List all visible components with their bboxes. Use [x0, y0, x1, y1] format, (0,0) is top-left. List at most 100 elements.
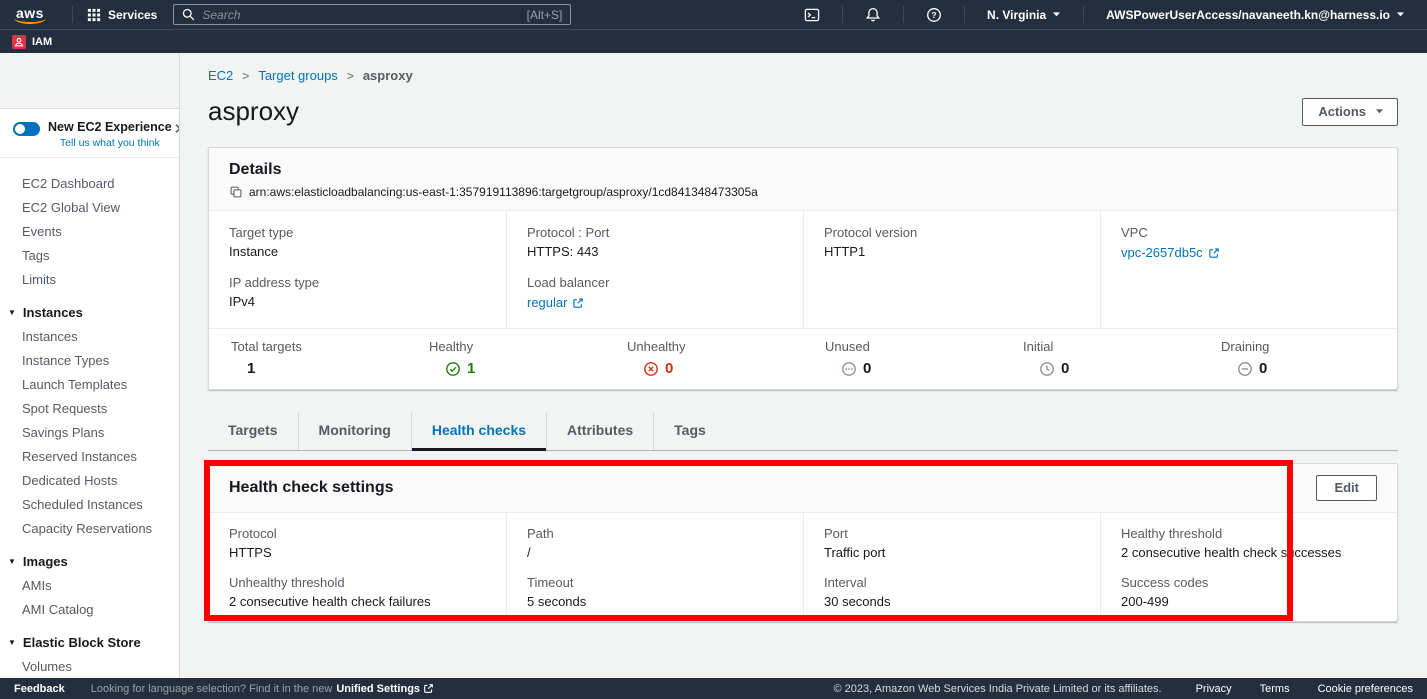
actions-button[interactable]: Actions: [1302, 98, 1398, 126]
caret-down-icon: ▼: [8, 308, 16, 317]
load-balancer-link[interactable]: regular: [527, 295, 584, 310]
edit-button[interactable]: Edit: [1316, 475, 1377, 501]
tab-attributes[interactable]: Attributes: [546, 412, 653, 450]
sidebar-item-ec2-global-view[interactable]: EC2 Global View: [0, 195, 179, 219]
services-menu[interactable]: Services: [83, 8, 161, 22]
sidebar-panel: New EC2 Experience Tell us what you thin…: [0, 108, 179, 678]
caret-down-icon: ▼: [8, 638, 16, 647]
sidebar-item-reserved-instances[interactable]: Reserved Instances: [0, 444, 179, 468]
vpc-link[interactable]: vpc-2657db5c: [1121, 245, 1220, 260]
sidebar: New EC2 Experience Tell us what you thin…: [0, 53, 180, 678]
favorite-iam-shortcut[interactable]: IAM: [12, 35, 52, 49]
summary-label: Draining: [1221, 339, 1397, 354]
link-label: vpc-2657db5c: [1121, 245, 1203, 260]
tab-targets[interactable]: Targets: [208, 412, 298, 450]
sidebar-item-launch-templates[interactable]: Launch Templates: [0, 372, 179, 396]
field-value: HTTP1: [824, 244, 1080, 259]
field-value: Instance: [229, 244, 486, 259]
new-experience-box: New EC2 Experience Tell us what you thin…: [0, 109, 179, 158]
breadcrumb-target-groups[interactable]: Target groups: [258, 68, 338, 83]
tab-bar: Targets Monitoring Health checks Attribu…: [208, 412, 1398, 451]
sidebar-item-capacity-reservations[interactable]: Capacity Reservations: [0, 516, 179, 540]
chevron-down-icon: [1052, 11, 1061, 18]
sidebar-item-limits[interactable]: Limits: [0, 267, 179, 291]
search-input[interactable]: [202, 8, 519, 22]
sidebar-section-images[interactable]: ▼ Images: [0, 549, 179, 573]
field-value: HTTPS: [229, 545, 486, 560]
sidebar-item-instance-types[interactable]: Instance Types: [0, 348, 179, 372]
field-value: /: [527, 545, 783, 560]
summary-healthy: Healthy 1: [407, 339, 605, 377]
field-label: Port: [824, 526, 1080, 541]
summary-label: Total targets: [231, 339, 407, 354]
cookie-preferences-link[interactable]: Cookie preferences: [1318, 683, 1413, 695]
field-label: IP address type: [229, 275, 486, 290]
field-value: 30 seconds: [824, 594, 1080, 609]
sidebar-item-ami-catalog[interactable]: AMI Catalog: [0, 597, 179, 621]
account-menu[interactable]: AWSPowerUserAccess/navaneeth.kn@harness.…: [1094, 8, 1417, 22]
sidebar-item-scheduled-instances[interactable]: Scheduled Instances: [0, 492, 179, 516]
field-label: Timeout: [527, 575, 783, 590]
svg-text:?: ?: [931, 10, 936, 20]
top-nav-bar: aws Services [Alt+S] ? N. Virginia: [0, 0, 1427, 29]
target-group-arn: arn:aws:elasticloadbalancing:us-east-1:3…: [249, 185, 758, 199]
summary-label: Unused: [825, 339, 1001, 354]
feedback-button[interactable]: Feedback: [14, 683, 65, 695]
tab-monitoring[interactable]: Monitoring: [298, 412, 411, 450]
unified-settings-link[interactable]: Unified Settings: [336, 683, 434, 695]
details-title: Details: [229, 161, 1377, 179]
breadcrumb-ec2[interactable]: EC2: [208, 68, 233, 83]
global-search[interactable]: [Alt+S]: [173, 4, 571, 25]
divider: [1083, 6, 1084, 23]
main-content: EC2 > Target groups > asproxy asproxy Ac…: [181, 53, 1427, 678]
tab-health-checks[interactable]: Health checks: [411, 412, 546, 450]
field-label: Target type: [229, 225, 486, 240]
region-selector[interactable]: N. Virginia: [975, 8, 1073, 22]
tab-tags[interactable]: Tags: [653, 412, 726, 450]
copy-icon[interactable]: [229, 185, 243, 199]
field-value: IPv4: [229, 294, 486, 309]
field-timeout: Timeout 5 seconds: [527, 575, 783, 609]
new-experience-toggle[interactable]: [13, 122, 40, 136]
sidebar-item-volumes[interactable]: Volumes: [0, 654, 179, 678]
sidebar-item-amis[interactable]: AMIs: [0, 573, 179, 597]
sidebar-item-ec2-dashboard[interactable]: EC2 Dashboard: [0, 171, 179, 195]
field-value: 200-499: [1121, 594, 1377, 609]
check-circle-icon: [445, 361, 461, 377]
field-label: Load balancer: [527, 275, 783, 290]
sidebar-item-spot-requests[interactable]: Spot Requests: [0, 396, 179, 420]
clock-icon: [1039, 361, 1055, 377]
copyright-text: © 2023, Amazon Web Services India Privat…: [834, 683, 1162, 695]
caret-down-icon: ▼: [8, 557, 16, 566]
field-label: Interval: [824, 575, 1080, 590]
sidebar-item-savings-plans[interactable]: Savings Plans: [0, 420, 179, 444]
sidebar-item-tags[interactable]: Tags: [0, 243, 179, 267]
notifications-bell-icon[interactable]: [853, 7, 893, 23]
close-icon[interactable]: ✕: [172, 120, 179, 139]
field-port: Port Traffic port: [824, 526, 1080, 560]
tell-us-link[interactable]: Tell us what you think: [48, 137, 172, 149]
field-label: Unhealthy threshold: [229, 575, 486, 590]
cloudshell-icon[interactable]: [792, 7, 832, 23]
section-label: Instances: [23, 305, 83, 320]
sidebar-item-instances[interactable]: Instances: [0, 324, 179, 348]
field-hc-protocol: Protocol HTTPS: [229, 526, 486, 560]
aws-logo[interactable]: aws: [12, 5, 48, 24]
region-label: N. Virginia: [987, 8, 1046, 22]
link-label: Unified Settings: [336, 683, 420, 695]
sidebar-section-ebs[interactable]: ▼ Elastic Block Store: [0, 630, 179, 654]
terms-link[interactable]: Terms: [1260, 683, 1290, 695]
sidebar-item-dedicated-hosts[interactable]: Dedicated Hosts: [0, 468, 179, 492]
sidebar-section-instances[interactable]: ▼ Instances: [0, 300, 179, 324]
new-experience-title: New EC2 Experience: [48, 120, 172, 134]
field-label: Protocol : Port: [527, 225, 783, 240]
sidebar-item-events[interactable]: Events: [0, 219, 179, 243]
privacy-link[interactable]: Privacy: [1196, 683, 1232, 695]
field-load-balancer: Load balancer regular: [527, 275, 783, 312]
field-label: Healthy threshold: [1121, 526, 1377, 541]
field-label: Path: [527, 526, 783, 541]
external-link-icon: [1208, 247, 1220, 259]
help-icon[interactable]: ?: [914, 7, 954, 23]
divider: [903, 6, 904, 23]
divider: [842, 6, 843, 23]
